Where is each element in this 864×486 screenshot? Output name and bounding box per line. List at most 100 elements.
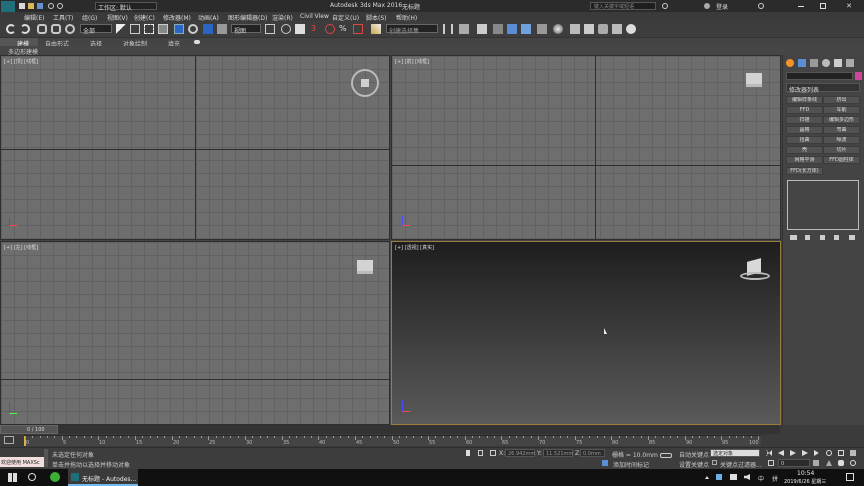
select-manipulate-icon[interactable] <box>281 24 291 34</box>
network-icon[interactable] <box>730 474 737 480</box>
set-key-mode-icon[interactable] <box>660 453 672 458</box>
viewport-front[interactable]: [+] [前] [线框] <box>391 55 781 240</box>
z-coord-field[interactable]: 0.0mm <box>580 449 605 457</box>
modifier-button-ffd-cyl[interactable]: FFD圆柱体 <box>823 156 860 164</box>
login-link[interactable]: 登录 <box>716 2 728 11</box>
track-bar[interactable]: 0 5 10 15 20 25 30 35 40 45 50 55 60 65 70 75 80 85 90 95 10… <box>24 435 761 446</box>
modifier-list-dropdown[interactable]: 修改器列表 <box>786 83 860 94</box>
viewport-top-label[interactable]: [+] [顶] [线框] <box>4 58 38 65</box>
snaps-toggle-icon[interactable]: 3 <box>311 24 321 34</box>
viewport-perspective-label[interactable]: [+] [透视] [真实] <box>395 244 434 251</box>
go-to-start-icon[interactable] <box>766 450 772 456</box>
maxscript-scroll[interactable] <box>44 449 48 467</box>
menu-civil-view[interactable]: Civil View <box>300 13 329 20</box>
pin-stack-icon[interactable] <box>790 235 797 240</box>
key-filter-checkbox[interactable] <box>712 460 717 465</box>
keyboard-shortcut-override-icon[interactable] <box>295 24 305 34</box>
time-tag-icon[interactable] <box>602 460 608 466</box>
motion-tab-icon[interactable] <box>822 59 830 67</box>
add-time-tag[interactable]: 添加时间标记 <box>613 460 649 469</box>
viewport-left-label[interactable]: [+] [左] [线框] <box>4 244 38 251</box>
modify-tab-icon[interactable] <box>798 59 806 67</box>
play-icon[interactable] <box>790 450 796 456</box>
system-tray-arrow-icon[interactable] <box>705 476 709 479</box>
save-file-icon[interactable] <box>37 3 43 9</box>
modifier-button-bend[interactable]: 弯曲 <box>823 126 860 134</box>
maxscript-listener[interactable]: 欢迎使用 MAXSc <box>0 457 44 467</box>
angle-snap-icon[interactable] <box>325 24 335 34</box>
selection-filter-dropdown[interactable]: 全部 <box>80 24 112 35</box>
spinner-snap-icon[interactable] <box>353 24 363 34</box>
modifier-button-sweep[interactable]: 扫描 <box>786 116 823 124</box>
modifier-button-twist[interactable]: 扭曲 <box>786 136 823 144</box>
isolate-selection-icon[interactable] <box>466 450 470 456</box>
next-frame-icon[interactable] <box>802 450 808 456</box>
modifier-button-noise[interactable]: 噪波 <box>823 136 860 144</box>
minimize-button[interactable] <box>790 2 812 10</box>
key-mode-icon[interactable] <box>768 460 774 466</box>
link-icon[interactable] <box>37 24 47 34</box>
render-setup-icon[interactable] <box>570 24 580 34</box>
selection-lock-icon[interactable] <box>478 450 483 456</box>
named-selection-dropdown[interactable]: 创建选择集 <box>386 24 438 35</box>
absolute-mode-icon[interactable] <box>490 450 496 456</box>
modifier-stack-list[interactable] <box>787 180 859 230</box>
display-tab-icon[interactable] <box>834 59 842 67</box>
current-frame-field[interactable]: 0 <box>778 459 810 467</box>
tray-app-icon[interactable] <box>716 474 722 480</box>
help-icon[interactable] <box>758 3 764 9</box>
align-icon[interactable] <box>459 24 469 34</box>
workspace-dropdown[interactable]: 工作区: 默认 <box>95 2 157 12</box>
modifier-button-shell[interactable]: 壳 <box>786 146 823 154</box>
material-editor-icon[interactable] <box>553 24 563 34</box>
select-by-name-icon[interactable] <box>130 24 140 34</box>
utilities-tab-icon[interactable] <box>846 59 854 67</box>
object-name-field[interactable] <box>786 72 853 80</box>
clock-date[interactable]: 2019/6/26 星期三 <box>784 478 826 485</box>
volume-icon[interactable] <box>744 474 750 480</box>
select-rotate-icon[interactable] <box>188 24 198 34</box>
clock-time[interactable]: 10:54 <box>797 470 814 477</box>
modifier-button-ffd-box[interactable]: FFD(长方体) <box>786 167 823 175</box>
remove-modifier-icon[interactable] <box>834 235 839 240</box>
zoom-extents-icon[interactable] <box>850 450 856 456</box>
zoom-all-icon[interactable] <box>838 450 844 456</box>
close-button[interactable]: ✕ <box>834 2 864 10</box>
search-box[interactable]: 键入关键字或短语 <box>590 2 656 10</box>
modifier-button-lathe[interactable]: 车削 <box>823 106 860 114</box>
viewport-perspective[interactable]: [+] [透视] [真实] <box>391 241 781 425</box>
render-iterative-icon[interactable] <box>612 24 622 34</box>
viewcube-icon[interactable] <box>357 260 373 274</box>
bind-space-warp-icon[interactable] <box>65 24 75 34</box>
rectangular-selection-icon[interactable] <box>144 24 154 34</box>
window-crossing-icon[interactable] <box>158 24 168 34</box>
hierarchy-tab-icon[interactable] <box>810 59 818 67</box>
cortana-search-icon[interactable] <box>28 473 36 481</box>
auto-key-button[interactable]: 自动关键点 <box>679 450 709 459</box>
modifier-button-meshsmooth[interactable]: 网格平滑 <box>786 156 823 164</box>
mirror-icon[interactable] <box>443 24 453 34</box>
layer-manager-icon[interactable] <box>477 24 487 34</box>
y-coord-field[interactable]: 11.521mm <box>543 449 573 457</box>
make-unique-icon[interactable] <box>820 235 825 240</box>
select-object-icon[interactable] <box>116 24 126 34</box>
redo-icon[interactable] <box>20 24 30 34</box>
key-filters-button[interactable]: 关键点过滤器... <box>720 460 762 469</box>
select-placement-icon[interactable] <box>217 24 227 34</box>
search-icon[interactable] <box>662 3 668 9</box>
maximize-button[interactable] <box>812 2 834 10</box>
pivot-center-icon[interactable] <box>265 24 275 34</box>
render-production-icon[interactable] <box>598 24 608 34</box>
set-key-button[interactable]: 设置关键点 <box>679 460 709 469</box>
orbit-icon[interactable] <box>850 460 856 466</box>
open-file-icon[interactable] <box>28 3 34 9</box>
ribbon-tab-modeling[interactable]: 建模 <box>0 38 38 48</box>
mini-curve-editor-toggle-icon[interactable] <box>4 436 14 444</box>
render-in-cloud-icon[interactable] <box>626 24 636 34</box>
select-move-icon[interactable] <box>174 24 184 34</box>
modifier-button-lattice[interactable]: 晶格 <box>786 126 823 134</box>
zoom-icon[interactable] <box>826 450 832 456</box>
notifications-icon[interactable] <box>846 473 854 481</box>
undo-icon[interactable] <box>6 24 16 34</box>
viewport-top[interactable]: [+] [顶] [线框] <box>0 55 390 240</box>
